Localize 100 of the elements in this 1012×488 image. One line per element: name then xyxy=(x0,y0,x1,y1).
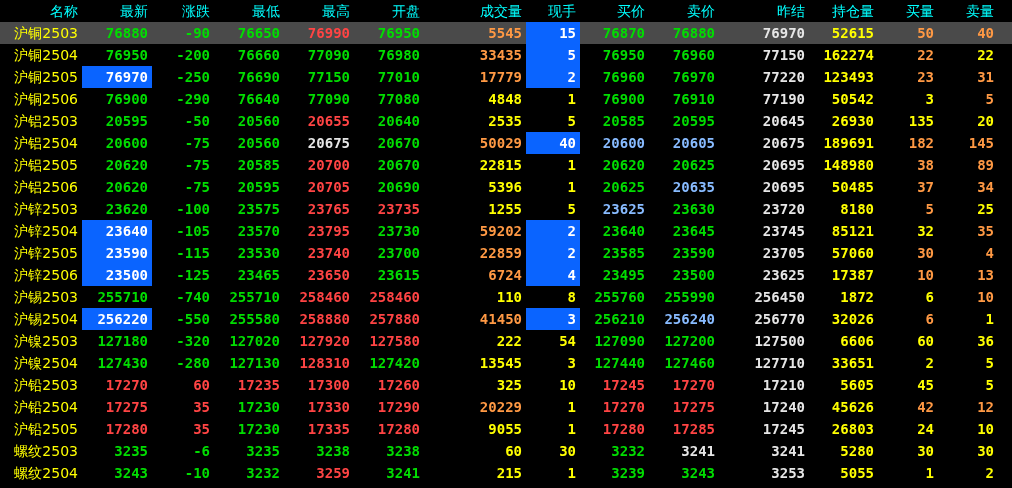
cell-value: 60 xyxy=(193,377,210,393)
selected-row[interactable]: 沪铜2503 76880 -90 76650 76990 76950 5545 15 76870 76880 76970 52615 50 40 xyxy=(0,22,1012,44)
column-header[interactable]: 最低 xyxy=(214,0,284,22)
cell-value: 17240 xyxy=(762,399,805,415)
column-header[interactable]: 开盘 xyxy=(354,0,424,22)
cell-value: 20620 xyxy=(602,157,645,173)
cell-value: 60 xyxy=(505,443,522,459)
cell-value: 255710 xyxy=(229,289,280,305)
cell-value: 23700 xyxy=(377,245,420,261)
cell-value: -280 xyxy=(176,355,210,371)
cell-value: 50 xyxy=(917,25,934,41)
cell-value: 17779 xyxy=(479,69,522,85)
cell-value: 5396 xyxy=(488,179,522,195)
cell-value: 23720 xyxy=(762,201,805,217)
cell-value: 23765 xyxy=(307,201,350,217)
cell-value: 23630 xyxy=(672,201,715,217)
contract-name: 螺纹2503 xyxy=(13,442,79,461)
cell-value: 23625 xyxy=(602,201,645,217)
cell-value: 17280 xyxy=(602,421,645,437)
cell-value: 5 xyxy=(985,377,994,393)
cell-value: 20585 xyxy=(237,157,280,173)
cell-value: 20595 xyxy=(105,113,148,129)
cell-value: 22 xyxy=(977,47,994,63)
cell-value: 20 xyxy=(977,113,994,129)
cell-value: 3232 xyxy=(246,465,280,481)
cell-value: 17245 xyxy=(762,421,805,437)
cell-value: 1 xyxy=(567,421,576,437)
cell-value: 5 xyxy=(567,113,576,129)
cell-value: -75 xyxy=(184,179,210,195)
contract-name: 沪铜2503 xyxy=(13,24,79,43)
cell-value: 17230 xyxy=(237,399,280,415)
cell-value: 20675 xyxy=(762,135,805,151)
cell-value: 3232 xyxy=(611,443,645,459)
cell-value: -550 xyxy=(176,311,210,327)
cell-value: 36 xyxy=(977,333,994,349)
cell-value: 17275 xyxy=(105,399,148,415)
cell-value: 127130 xyxy=(229,355,280,371)
cell-value: 4848 xyxy=(488,91,522,107)
cell-value: 123493 xyxy=(823,69,874,85)
cell-value: 23625 xyxy=(762,267,805,283)
cell-value: 127200 xyxy=(664,333,715,349)
cell-value: 45 xyxy=(917,377,934,393)
cell-value: 10 xyxy=(977,289,994,305)
cell-value: 42 xyxy=(917,399,934,415)
cell-value: 9055 xyxy=(488,421,522,437)
contract-name: 沪锡2504 xyxy=(13,310,79,329)
column-header[interactable]: 卖价 xyxy=(649,0,719,22)
cell-value: 15 xyxy=(559,25,576,41)
column-header[interactable]: 持仓量 xyxy=(809,0,878,22)
cell-value: 127020 xyxy=(229,333,280,349)
column-header[interactable]: 昨结 xyxy=(719,0,809,22)
cell-value: 5 xyxy=(985,355,994,371)
cell-value: 50029 xyxy=(479,135,522,151)
cell-value: -290 xyxy=(176,91,210,107)
cell-value: 57060 xyxy=(831,245,874,261)
cell-value: 189691 xyxy=(823,135,874,151)
cell-value: 22859 xyxy=(479,245,522,261)
cell-value: 77010 xyxy=(377,69,420,85)
cell-value: 127440 xyxy=(594,355,645,371)
column-header[interactable]: 最高 xyxy=(284,0,354,22)
contract-name: 沪锡2503 xyxy=(13,288,79,307)
cell-value: 40 xyxy=(559,135,576,151)
cell-value: 20620 xyxy=(105,179,148,195)
cell-value: 3238 xyxy=(386,443,420,459)
contract-name: 沪镍2503 xyxy=(13,332,79,351)
cell-value: 23650 xyxy=(307,267,350,283)
cell-value: 76880 xyxy=(105,25,148,41)
column-header[interactable]: 买价 xyxy=(580,0,649,22)
column-header[interactable]: 最新 xyxy=(82,0,152,22)
cell-value: 127460 xyxy=(664,355,715,371)
cell-value: 23615 xyxy=(377,267,420,283)
cell-value: 23705 xyxy=(762,245,805,261)
cell-value: 20600 xyxy=(105,135,148,151)
column-header[interactable]: 成交量 xyxy=(424,0,526,22)
cell-value: 3253 xyxy=(771,465,805,481)
cell-value: 20670 xyxy=(377,135,420,151)
column-header[interactable]: 涨跌 xyxy=(152,0,214,22)
cell-value: 10 xyxy=(559,377,576,393)
cell-value: 222 xyxy=(496,333,522,349)
cell-value: 4 xyxy=(985,245,994,261)
cell-value: 3238 xyxy=(316,443,350,459)
cell-value: 76970 xyxy=(762,25,805,41)
cell-value: 2 xyxy=(567,69,576,85)
cell-value: 5 xyxy=(567,201,576,217)
cell-value: 20635 xyxy=(672,179,715,195)
cell-value: 2 xyxy=(567,245,576,261)
cell-value: 20605 xyxy=(672,135,715,151)
contract-name: 沪铅2505 xyxy=(13,420,79,439)
cell-value: 20675 xyxy=(307,135,350,151)
column-header[interactable]: 名称 xyxy=(0,0,82,22)
cell-value: 20595 xyxy=(672,113,715,129)
column-header[interactable]: 买量 xyxy=(878,0,938,22)
cell-value: 3241 xyxy=(771,443,805,459)
column-header[interactable]: 现手 xyxy=(526,0,580,22)
cell-value: 256770 xyxy=(754,311,805,327)
cell-value: 25 xyxy=(977,201,994,217)
cell-value: -90 xyxy=(184,25,210,41)
cell-value: 1 xyxy=(985,311,994,327)
column-header[interactable]: 卖量 xyxy=(938,0,998,22)
cell-value: 5280 xyxy=(840,443,874,459)
